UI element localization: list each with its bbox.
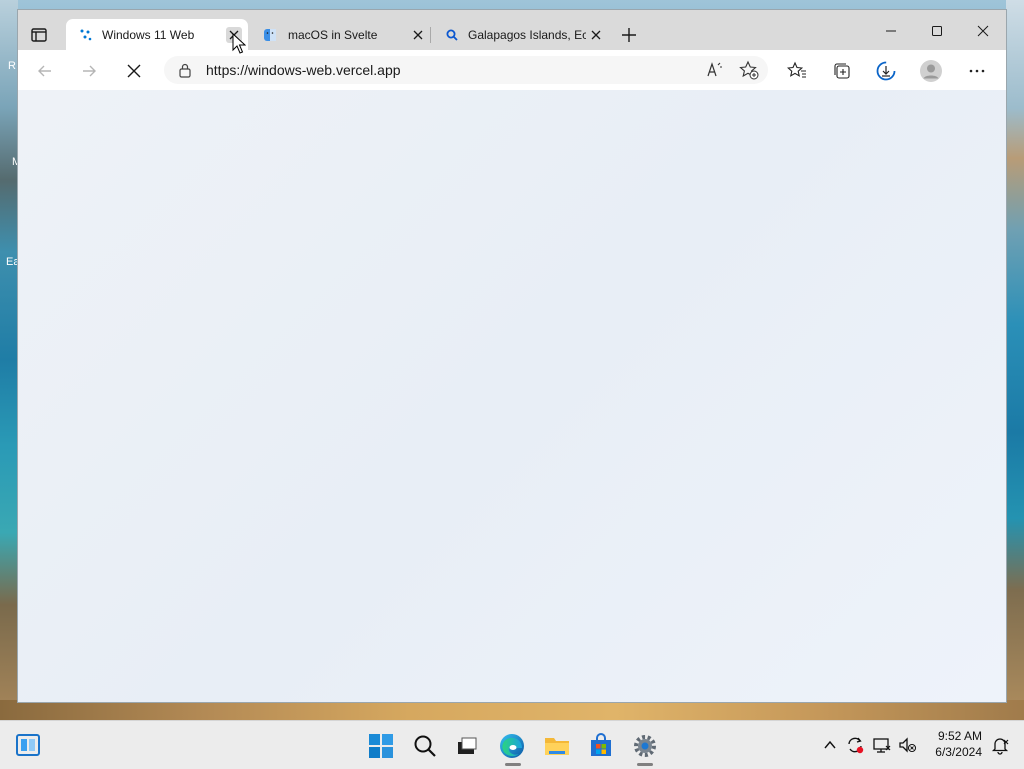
tab-macos-in-svelte[interactable]: macOS in Svelte <box>250 19 432 50</box>
close-icon <box>127 64 141 78</box>
address-url[interactable]: https://windows-web.vercel.app <box>206 62 401 78</box>
browser-toolbar: https://windows-web.vercel.app <box>18 50 1006 91</box>
widgets-icon <box>16 734 40 756</box>
close-tab-icon[interactable] <box>410 27 426 43</box>
plus-icon <box>622 28 636 42</box>
close-window-button[interactable] <box>960 20 1006 42</box>
favorites-button[interactable] <box>784 58 810 84</box>
back-button[interactable] <box>32 58 58 84</box>
maximize-icon <box>932 26 942 36</box>
mouse-cursor-icon <box>232 33 246 54</box>
profile-button[interactable] <box>918 58 944 84</box>
page-content-area[interactable] <box>18 90 1006 702</box>
lock-icon <box>179 63 191 78</box>
tab-label: macOS in Svelte <box>288 27 378 42</box>
start-button[interactable] <box>366 731 396 761</box>
running-indicator <box>637 763 653 766</box>
folder-icon <box>545 738 569 755</box>
tab-galapagos-islands[interactable]: Galapagos Islands, Ec <box>432 19 610 50</box>
stop-loading-button[interactable] <box>121 58 147 84</box>
add-favorite-button[interactable] <box>738 59 760 81</box>
notifications-button[interactable] <box>990 735 1010 755</box>
sync-icon <box>848 737 864 754</box>
finder-icon <box>262 27 278 43</box>
tab-strip: Windows 11 Web macOS in Svelte Galapagos… <box>18 10 1006 50</box>
tab-actions-button[interactable] <box>28 24 50 46</box>
arrow-left-icon <box>38 65 51 77</box>
desktop-icon-label[interactable]: R <box>8 60 16 72</box>
clock-time: 9:52 AM <box>937 729 982 743</box>
browser-window: Windows 11 Web macOS in Svelte Galapagos… <box>18 10 1006 702</box>
show-hidden-icons-button[interactable] <box>820 735 840 755</box>
task-view-button[interactable] <box>452 731 482 761</box>
new-tab-button[interactable] <box>618 24 640 46</box>
close-tab-icon[interactable] <box>588 27 604 43</box>
collections-icon <box>834 63 850 79</box>
desktop-wallpaper-left <box>0 0 18 720</box>
widgets-button[interactable] <box>13 730 43 760</box>
close-icon <box>977 25 989 37</box>
search-button[interactable] <box>410 731 440 761</box>
chevron-up-icon <box>824 740 836 749</box>
tab-windows-11-web[interactable]: Windows 11 Web <box>66 19 248 50</box>
tab-label: Galapagos Islands, Ec <box>468 27 586 42</box>
settings-taskbar-button[interactable] <box>630 731 660 761</box>
tab-actions-icon <box>31 28 47 42</box>
minimize-button[interactable] <box>868 20 914 42</box>
win11-dots-icon <box>78 27 94 43</box>
arrow-right-icon <box>83 65 96 77</box>
tab-separator <box>430 27 431 43</box>
avatar-icon <box>920 60 942 82</box>
task-view-icon <box>458 737 477 754</box>
read-aloud-icon <box>707 62 722 77</box>
maximize-button[interactable] <box>914 20 960 42</box>
star-plus-icon <box>739 60 759 80</box>
search-icon <box>414 735 436 757</box>
favorites-icon <box>787 61 806 78</box>
downloads-button[interactable] <box>873 58 899 84</box>
system-clock[interactable]: 9:52 AM 6/3/2024 <box>926 728 982 760</box>
bell-icon <box>991 738 1009 755</box>
sync-status-button[interactable] <box>845 735 865 755</box>
speaker-muted-icon <box>899 737 917 753</box>
settings-more-button[interactable] <box>964 58 990 84</box>
read-aloud-button[interactable] <box>704 59 726 81</box>
collections-button[interactable] <box>829 58 855 84</box>
store-icon <box>591 733 611 756</box>
taskbar: 9:52 AM 6/3/2024 <box>0 720 1024 769</box>
more-dots-icon <box>969 69 985 73</box>
volume-button[interactable] <box>898 735 918 755</box>
download-icon <box>876 61 896 81</box>
minimize-icon <box>886 30 896 32</box>
running-indicator <box>505 763 521 766</box>
gear-icon <box>634 735 656 757</box>
edge-taskbar-button[interactable] <box>497 731 527 761</box>
windows-logo-icon <box>369 734 393 758</box>
desktop-wallpaper-right <box>1006 0 1024 720</box>
address-bar[interactable]: https://windows-web.vercel.app <box>164 56 768 84</box>
monitor-icon <box>873 738 891 753</box>
desktop-wallpaper-bottom <box>0 700 1024 720</box>
tab-label: Windows 11 Web <box>102 27 195 42</box>
search-icon <box>444 27 460 43</box>
clock-date: 6/3/2024 <box>935 745 982 759</box>
edge-icon <box>500 734 524 758</box>
file-explorer-button[interactable] <box>542 731 572 761</box>
store-button[interactable] <box>586 731 616 761</box>
network-button[interactable] <box>872 735 892 755</box>
forward-button[interactable] <box>76 58 102 84</box>
